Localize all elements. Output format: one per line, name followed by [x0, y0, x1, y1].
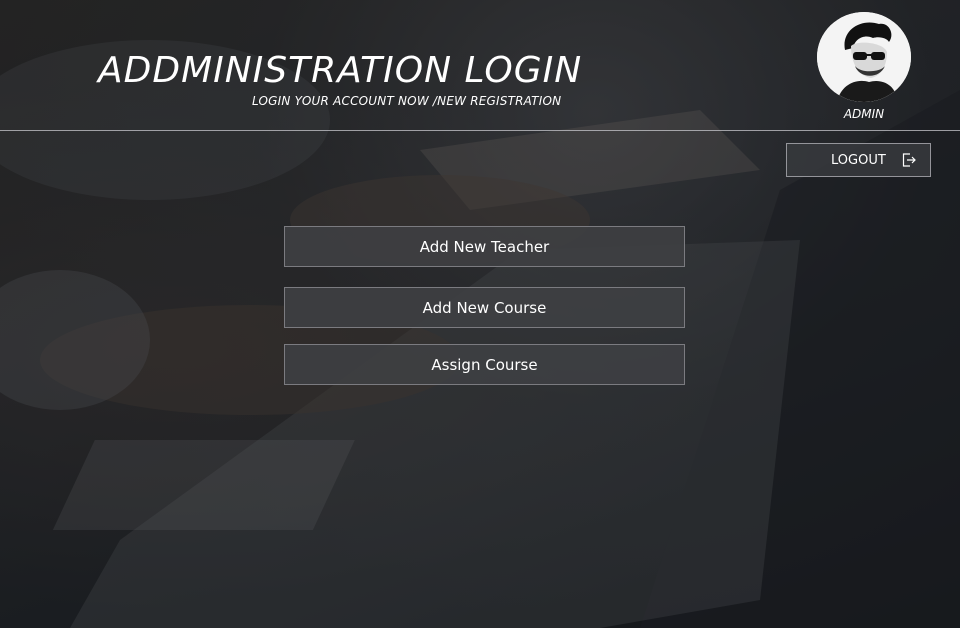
sign-out-icon [902, 153, 916, 167]
logout-button[interactable]: LOGOUT [786, 143, 931, 177]
add-new-teacher-label: Add New Teacher [419, 237, 550, 256]
assign-course-label: Assign Course [431, 355, 538, 374]
user-avatar-icon [817, 12, 911, 102]
user-label: ADMIN [843, 107, 885, 121]
assign-course-button[interactable]: Assign Course [284, 344, 685, 385]
page-subtitle: LOGIN YOUR ACCOUNT NOW /NEW REGISTRATION [252, 94, 562, 108]
header-divider [0, 130, 960, 131]
add-new-teacher-button[interactable]: Add New Teacher [284, 226, 685, 267]
page-title: ADDMINISTRATION LOGIN [98, 50, 583, 91]
add-new-course-button[interactable]: Add New Course [284, 287, 685, 328]
logout-label: LOGOUT [831, 152, 886, 168]
avatar[interactable] [817, 12, 911, 102]
add-new-course-label: Add New Course [422, 298, 547, 317]
